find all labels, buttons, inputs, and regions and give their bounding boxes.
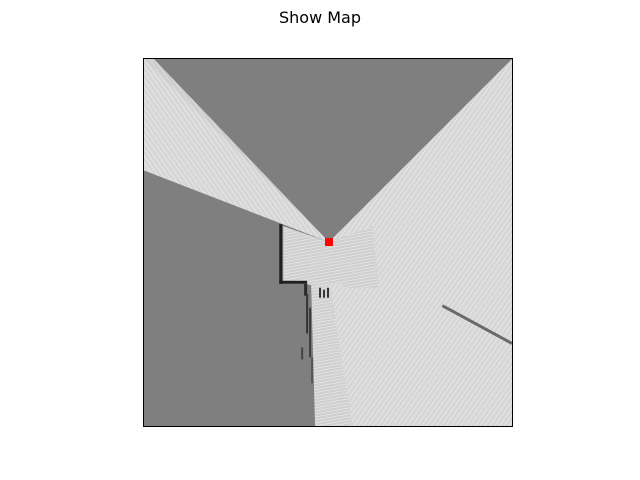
robot-marker (325, 238, 333, 246)
figure-title: Show Map (278, 8, 362, 27)
occupancy-map (144, 59, 512, 426)
figure: Show Map (0, 0, 640, 480)
map-axes (143, 58, 513, 427)
